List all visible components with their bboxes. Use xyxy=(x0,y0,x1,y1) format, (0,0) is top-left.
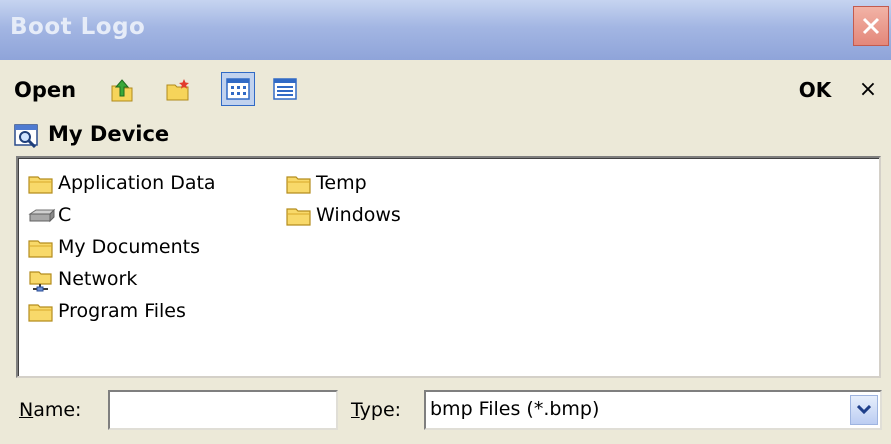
folder-icon xyxy=(28,240,53,258)
network-icon xyxy=(29,271,52,292)
name-input[interactable] xyxy=(108,390,338,430)
type-select-value: bmp Files (*.bmp) xyxy=(430,398,600,420)
name-label: Name: xyxy=(19,399,82,421)
my-device-icon xyxy=(14,124,38,148)
details-view-icon xyxy=(273,78,297,100)
new-folder-icon xyxy=(166,79,189,101)
list-item[interactable]: Temp xyxy=(286,170,486,198)
type-label: Type: xyxy=(351,399,402,421)
details-view-button[interactable] xyxy=(268,72,302,106)
toolbar: Open OK × xyxy=(0,60,891,116)
cancel-button[interactable]: × xyxy=(850,72,886,108)
new-folder-button[interactable] xyxy=(160,72,194,106)
close-icon xyxy=(862,17,880,35)
open-label: Open xyxy=(14,78,77,102)
list-item[interactable]: Program Files xyxy=(28,298,278,326)
window-title: Boot Logo xyxy=(10,14,146,40)
type-select[interactable]: bmp Files (*.bmp) xyxy=(424,390,882,430)
list-view-icon xyxy=(226,78,250,100)
list-item-label: Program Files xyxy=(58,300,186,322)
list-item[interactable]: Network xyxy=(28,266,278,294)
up-folder-icon xyxy=(111,79,133,102)
list-item-label: C xyxy=(58,204,72,226)
list-item-label: Application Data xyxy=(58,172,216,194)
folder-icon xyxy=(286,208,311,226)
up-folder-button[interactable] xyxy=(104,72,138,106)
list-view-button[interactable] xyxy=(221,72,255,106)
list-item-label: Windows xyxy=(316,204,401,226)
folder-icon xyxy=(28,176,53,194)
type-dropdown-button[interactable] xyxy=(850,395,878,425)
drive-icon xyxy=(28,208,56,223)
list-item[interactable]: Windows xyxy=(286,202,486,230)
list-item[interactable]: Application Data xyxy=(28,170,278,198)
list-item-label: Network xyxy=(58,268,138,290)
list-item[interactable]: My Documents xyxy=(28,234,278,262)
list-item-label: My Documents xyxy=(58,236,201,258)
list-item-label: Temp xyxy=(316,172,367,194)
chevron-down-icon xyxy=(857,405,871,415)
folder-icon xyxy=(28,304,53,322)
window-close-button[interactable] xyxy=(853,6,889,46)
folder-icon xyxy=(286,176,311,194)
list-item[interactable]: C xyxy=(28,202,278,230)
location-label: My Device xyxy=(48,122,170,146)
file-list[interactable]: Application Data C My Documents Network … xyxy=(16,156,881,378)
ok-button[interactable]: OK xyxy=(793,72,837,108)
title-bar: Boot Logo xyxy=(0,0,891,60)
